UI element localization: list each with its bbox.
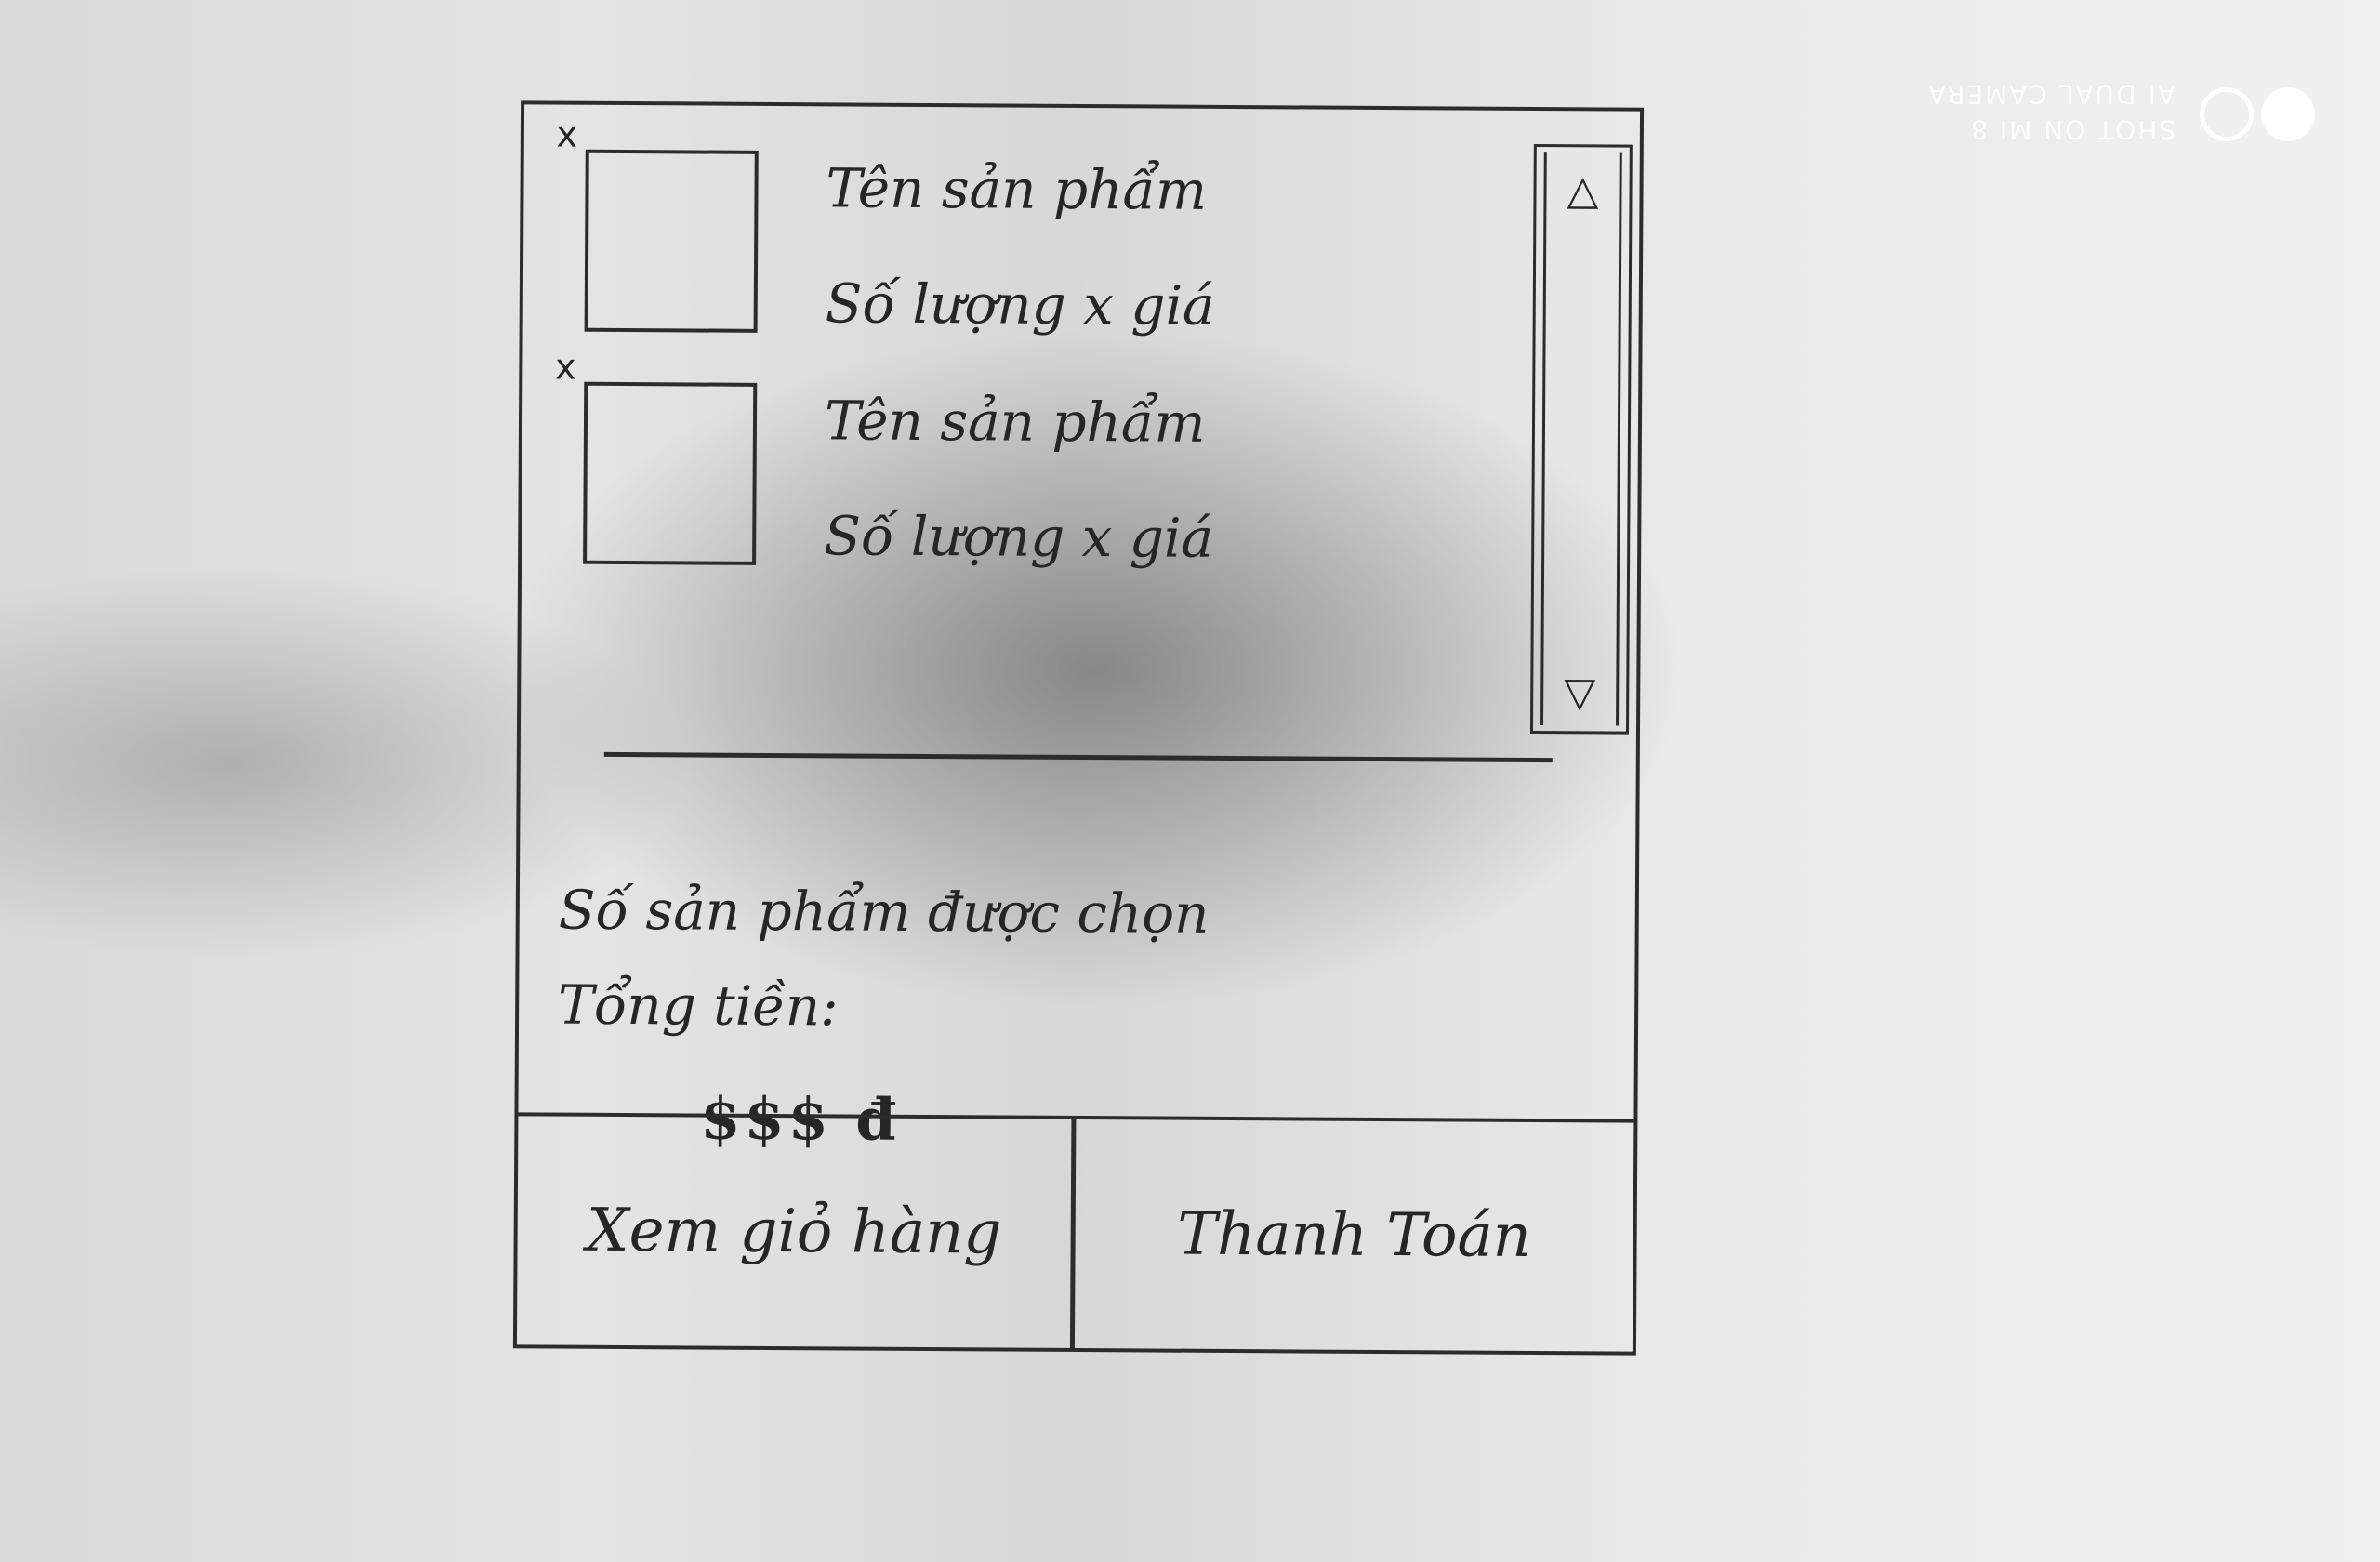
cart-item: x Tên sản phẩm Số lượng x giá [550, 114, 1445, 358]
cart-actions: Xem giỏ hàng Thanh Toán [516, 1112, 1634, 1352]
selected-count-label: Số sản phẩm được chọn [558, 878, 1210, 946]
scrollbar-track[interactable]: △ ▽ [1540, 152, 1622, 726]
cart-popup: x Tên sản phẩm Số lượng x giá x Tên sản … [512, 100, 1645, 1356]
watermark-text: SHOT ON MI 8 AI DUAL CAMERA [1926, 76, 2175, 147]
scroll-up-icon[interactable]: △ [1546, 166, 1619, 214]
checkout-button[interactable]: Thanh Toán [1075, 1119, 1633, 1352]
watermark-line-1: SHOT ON MI 8 [1969, 114, 2175, 145]
view-cart-button[interactable]: Xem giỏ hàng [516, 1116, 1077, 1348]
camera-logo-ring [2200, 87, 2254, 141]
product-thumbnail[interactable] [583, 381, 758, 565]
camera-logo-dot [2261, 87, 2315, 141]
remove-item-icon[interactable]: x [552, 114, 582, 155]
total-label: Tổng tiền: [557, 973, 839, 1039]
cart-item: x Tên sản phẩm Số lượng x giá [549, 347, 1444, 590]
product-quantity-price: Số lượng x giá [825, 271, 1215, 338]
product-name: Tên sản phẩm [824, 389, 1206, 455]
product-quantity-price: Số lượng x giá [824, 504, 1214, 570]
cart-item-list: x Tên sản phẩm Số lượng x giá x Tên sản … [521, 104, 1528, 761]
scroll-down-icon[interactable]: ▽ [1543, 668, 1616, 716]
product-name: Tên sản phẩm [826, 156, 1208, 222]
camera-logo [2185, 76, 2315, 141]
watermark-line-2: AI DUAL CAMERA [1925, 79, 2175, 110]
remove-item-icon[interactable]: x [550, 347, 580, 388]
camera-watermark: SHOT ON MI 8 AI DUAL CAMERA [1878, 67, 2315, 160]
product-thumbnail[interactable] [584, 149, 759, 333]
cart-scrollbar[interactable]: △ ▽ [1529, 143, 1633, 735]
